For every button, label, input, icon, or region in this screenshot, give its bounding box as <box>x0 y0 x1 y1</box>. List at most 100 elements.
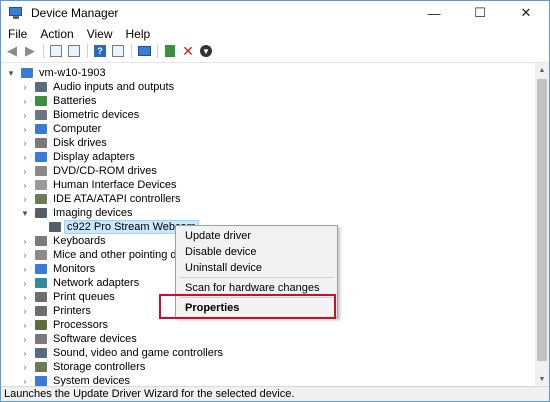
toolbar-separator <box>157 44 158 58</box>
device-category-icon <box>34 81 48 93</box>
tree-category[interactable]: › Audio inputs and outputs <box>20 80 176 94</box>
tree-category-label: Software devices <box>53 333 137 345</box>
update-driver-menu-item[interactable]: Update driver <box>176 228 337 244</box>
menu-action[interactable]: Action <box>34 27 79 41</box>
properties-highlight-box <box>159 294 336 319</box>
vertical-scrollbar[interactable]: ▲ ▼ <box>535 63 549 386</box>
chevron-right-icon[interactable]: › <box>20 265 30 274</box>
toolbar: ◀ ▶ ? ✕ ▼ <box>1 43 549 59</box>
tree-root[interactable]: ▼ vm-w10-1903 <box>6 66 108 80</box>
toolbar-separator <box>87 44 88 58</box>
show-hidden-icon[interactable] <box>111 44 125 58</box>
tree-category[interactable]: › Printers <box>20 304 93 318</box>
tree-category-label: Keyboards <box>53 235 106 247</box>
tree-category[interactable]: › Display adapters <box>20 150 137 164</box>
tree-category[interactable]: › Batteries <box>20 94 98 108</box>
device-category-icon <box>34 179 48 191</box>
tree-category[interactable]: › Computer <box>20 122 103 136</box>
chevron-right-icon[interactable]: › <box>20 167 30 176</box>
tree-category-label: Storage controllers <box>53 361 146 373</box>
chevron-right-icon[interactable]: › <box>20 125 30 134</box>
minimize-button[interactable]: — <box>411 1 457 25</box>
chevron-down-icon[interactable]: ▼ <box>20 209 30 218</box>
scroll-up-arrow-icon[interactable]: ▲ <box>535 63 549 77</box>
monitor-icon[interactable] <box>137 44 151 58</box>
device-category-icon <box>34 277 48 289</box>
tree-category-label: IDE ATA/ATAPI controllers <box>53 193 181 205</box>
enable-download-icon[interactable]: ▼ <box>199 44 213 58</box>
tree-category-label: Biometric devices <box>53 109 140 121</box>
device-category-icon <box>34 361 48 373</box>
device-category-icon <box>34 151 48 163</box>
tree-category[interactable]: › Sound, video and game controllers <box>20 346 225 360</box>
tree-category-label: Computer <box>53 123 102 135</box>
chevron-right-icon[interactable]: › <box>20 139 30 148</box>
chevron-right-icon[interactable]: › <box>20 377 30 386</box>
tree-category[interactable]: › Network adapters <box>20 276 141 290</box>
tree-category-label: Batteries <box>53 95 97 107</box>
status-text: Launches the Update Driver Wizard for th… <box>4 388 295 400</box>
chevron-right-icon[interactable]: › <box>20 293 30 302</box>
tree-category[interactable]: › DVD/CD-ROM drives <box>20 164 159 178</box>
device-category-icon <box>34 375 48 386</box>
chevron-right-icon[interactable]: › <box>20 195 30 204</box>
scrollbar-thumb[interactable] <box>537 79 547 361</box>
menu-file[interactable]: File <box>2 27 33 41</box>
tree-root-label: vm-w10-1903 <box>39 67 106 79</box>
device-category-icon <box>34 109 48 121</box>
chevron-right-icon[interactable]: › <box>20 363 30 372</box>
tree-category[interactable]: › Disk drives <box>20 136 109 150</box>
tree-category[interactable]: › Storage controllers <box>20 360 147 374</box>
context-menu-separator <box>179 277 334 278</box>
tree-category[interactable]: ▼ Imaging devices <box>20 206 135 220</box>
properties-grid-icon[interactable] <box>49 44 63 58</box>
forward-icon[interactable]: ▶ <box>23 44 37 58</box>
back-icon[interactable]: ◀ <box>5 44 19 58</box>
chevron-right-icon[interactable]: › <box>20 307 30 316</box>
tree-category-label: Network adapters <box>53 277 140 289</box>
tree-category[interactable]: › Human Interface Devices <box>20 178 179 192</box>
tree-category-label: Display adapters <box>53 151 135 163</box>
tree-category-label: Sound, video and game controllers <box>53 347 223 359</box>
chevron-right-icon[interactable]: › <box>20 321 30 330</box>
tree-category[interactable]: › Monitors <box>20 262 97 276</box>
chevron-down-icon[interactable]: ▼ <box>6 69 16 78</box>
tree-category[interactable]: › Keyboards <box>20 234 108 248</box>
tree-category[interactable]: › Print queues <box>20 290 117 304</box>
disable-device-menu-item[interactable]: Disable device <box>176 244 337 260</box>
tree-category[interactable]: › Biometric devices <box>20 108 141 122</box>
update-driver-icon[interactable] <box>163 44 177 58</box>
maximize-button[interactable]: ☐ <box>457 1 503 25</box>
chevron-right-icon[interactable]: › <box>20 153 30 162</box>
tree-category[interactable]: › Processors <box>20 318 110 332</box>
chevron-right-icon[interactable]: › <box>20 111 30 120</box>
computer-icon <box>20 67 34 79</box>
tree-category[interactable]: › System devices <box>20 374 132 386</box>
device-category-icon <box>34 305 48 317</box>
chevron-right-icon[interactable]: › <box>20 279 30 288</box>
chevron-right-icon[interactable]: › <box>20 335 30 344</box>
device-category-icon <box>34 193 48 205</box>
chevron-right-icon[interactable]: › <box>20 349 30 358</box>
chevron-right-icon[interactable]: › <box>20 97 30 106</box>
tree-category[interactable]: › Software devices <box>20 332 139 346</box>
uninstall-icon[interactable]: ✕ <box>181 44 195 58</box>
uninstall-device-menu-item[interactable]: Uninstall device <box>176 260 337 276</box>
update-list-icon[interactable] <box>67 44 81 58</box>
title-bar: Device Manager — ☐ ✕ <box>1 1 549 25</box>
tree-category[interactable]: › IDE ATA/ATAPI controllers <box>20 192 183 206</box>
device-category-icon <box>34 249 48 261</box>
chevron-right-icon[interactable]: › <box>20 251 30 260</box>
device-category-icon <box>34 319 48 331</box>
chevron-right-icon[interactable]: › <box>20 83 30 92</box>
chevron-right-icon[interactable]: › <box>20 181 30 190</box>
chevron-right-icon[interactable]: › <box>20 237 30 246</box>
menu-help[interactable]: Help <box>120 27 157 41</box>
device-category-icon <box>34 165 48 177</box>
tree-category-label: Print queues <box>53 291 115 303</box>
close-button[interactable]: ✕ <box>503 1 549 25</box>
scroll-down-arrow-icon[interactable]: ▼ <box>535 372 549 386</box>
help-icon[interactable]: ? <box>93 44 107 58</box>
tree-category-label: Human Interface Devices <box>53 179 177 191</box>
menu-view[interactable]: View <box>81 27 119 41</box>
